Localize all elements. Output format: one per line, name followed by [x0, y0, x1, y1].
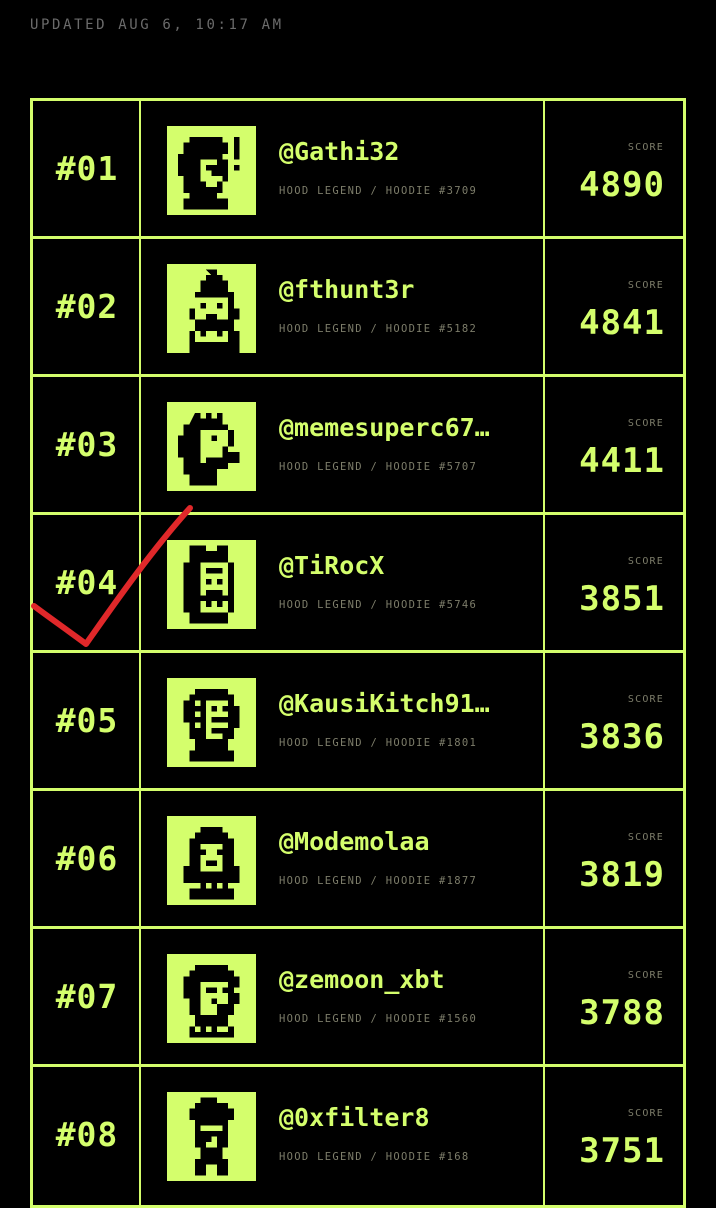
score-value: 3836	[579, 717, 665, 757]
hoodie-subtitle: HOOD LEGEND / HOODIE #1801	[279, 737, 478, 749]
pixel-avatar-icon[interactable]	[167, 1092, 256, 1181]
score-label: SCORE	[627, 970, 664, 981]
updated-timestamp: UPDATED AUG 6, 10:17 AM	[30, 17, 284, 33]
score-label: SCORE	[627, 1108, 664, 1119]
rank-label: #08	[55, 1115, 119, 1154]
username[interactable]: @KausiKitch91…	[279, 689, 529, 718]
pixel-avatar-icon[interactable]	[167, 678, 256, 767]
leaderboard-row[interactable]: #02 @fthunt3r HOOD LEGEND / HOODIE #5182…	[33, 239, 683, 377]
pixel-avatar-icon[interactable]	[167, 540, 256, 629]
hoodie-subtitle: HOOD LEGEND / HOODIE #5182	[279, 323, 478, 335]
score-value: 3819	[579, 855, 665, 895]
rank-label: #03	[55, 425, 119, 464]
pixel-avatar-icon[interactable]	[167, 402, 256, 491]
username[interactable]: @0xfilter8	[279, 1103, 529, 1132]
username[interactable]: @TiRocX	[279, 551, 529, 580]
rank-label: #05	[55, 701, 119, 740]
leaderboard-row[interactable]: #01 @Gathi32 HOOD LEGEND / HOODIE #3709 …	[33, 101, 683, 239]
rank-label: #07	[55, 977, 119, 1016]
score-label: SCORE	[627, 418, 664, 429]
hoodie-subtitle: HOOD LEGEND / HOODIE #3709	[279, 185, 478, 197]
leaderboard-row[interactable]: #06 @Modemolaa HOOD LEGEND / HOODIE #187…	[33, 791, 683, 929]
leaderboard-row[interactable]: #04 @TiRocX HOOD LEGEND / HOODIE #5746 S…	[33, 515, 683, 653]
username[interactable]: @fthunt3r	[279, 275, 529, 304]
hoodie-subtitle: HOOD LEGEND / HOODIE #168	[279, 1151, 470, 1163]
leaderboard-row[interactable]: #05 @KausiKitch91… HOOD LEGEND / HOODIE …	[33, 653, 683, 791]
score-label: SCORE	[627, 556, 664, 567]
score-value: 4411	[579, 441, 665, 481]
score-label: SCORE	[627, 142, 664, 153]
score-value: 3788	[579, 993, 665, 1033]
username[interactable]: @Modemolaa	[279, 827, 529, 856]
rank-label: #04	[55, 563, 119, 602]
pixel-avatar-icon[interactable]	[167, 816, 256, 905]
score-label: SCORE	[627, 280, 664, 291]
score-label: SCORE	[627, 832, 664, 843]
leaderboard-table: #01 @Gathi32 HOOD LEGEND / HOODIE #3709 …	[30, 98, 686, 1208]
username[interactable]: @zemoon_xbt	[279, 965, 529, 994]
score-value: 3851	[579, 579, 665, 619]
leaderboard-row[interactable]: #08 @0xfilter8 HOOD LEGEND / HOODIE #168…	[33, 1067, 683, 1205]
pixel-avatar-icon[interactable]	[167, 954, 256, 1043]
rank-label: #06	[55, 839, 119, 878]
username[interactable]: @memesuperc67…	[279, 413, 529, 442]
hoodie-subtitle: HOOD LEGEND / HOODIE #5707	[279, 461, 478, 473]
score-value: 4841	[579, 303, 665, 343]
pixel-avatar-icon[interactable]	[167, 126, 256, 215]
score-label: SCORE	[627, 694, 664, 705]
hoodie-subtitle: HOOD LEGEND / HOODIE #1877	[279, 875, 478, 887]
username[interactable]: @Gathi32	[279, 137, 529, 166]
rank-label: #02	[55, 287, 119, 326]
hoodie-subtitle: HOOD LEGEND / HOODIE #5746	[279, 599, 478, 611]
hoodie-subtitle: HOOD LEGEND / HOODIE #1560	[279, 1013, 478, 1025]
rank-label: #01	[55, 149, 119, 188]
leaderboard-row[interactable]: #07 @zemoon_xbt HOOD LEGEND / HOODIE #15…	[33, 929, 683, 1067]
score-value: 4890	[579, 165, 665, 205]
pixel-avatar-icon[interactable]	[167, 264, 256, 353]
leaderboard-row[interactable]: #03 @memesuperc67… HOOD LEGEND / HOODIE …	[33, 377, 683, 515]
score-value: 3751	[579, 1131, 665, 1171]
